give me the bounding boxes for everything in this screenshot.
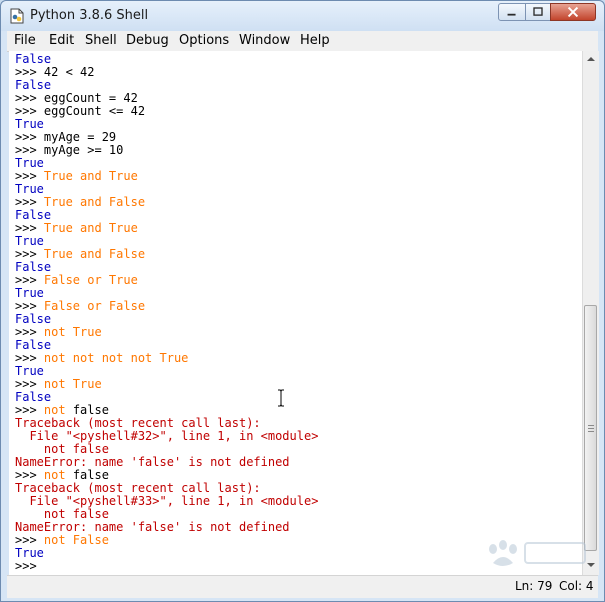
shell-line-segment: True <box>15 546 44 560</box>
title-bar[interactable]: Python 3.8.6 Shell <box>1 1 604 31</box>
shell-line-segment: >>> <box>15 559 44 573</box>
menu-window[interactable]: Window <box>239 33 290 48</box>
shell-line-segment: NameError: name 'false' is not defined <box>15 520 290 534</box>
shell-line-segment: False <box>15 390 52 404</box>
shell-line-segment: >>> <box>15 221 44 235</box>
python-idle-icon <box>10 8 24 24</box>
shell-line-segment: Traceback (most recent call last): <box>15 416 261 430</box>
menu-help[interactable]: Help <box>300 33 330 48</box>
shell-line-segment: not True <box>43 325 102 339</box>
shell-line-segment: False <box>15 338 52 352</box>
shell-line-segment: True and False <box>43 195 146 209</box>
shell-line-segment: >>> <box>15 351 44 365</box>
shell-line-segment: eggCount = 42 <box>43 91 138 105</box>
shell-line-segment: >>> <box>15 143 44 157</box>
shell-line-segment: >>> <box>15 403 44 417</box>
shell-line-segment: >>> <box>15 130 44 144</box>
shell-line-segment: >>> <box>15 533 44 547</box>
shell-line-segment: false <box>72 468 109 482</box>
shell-line-segment: >>> <box>15 247 44 261</box>
idle-shell-window: Python 3.8.6 Shell File Edit Shell Debug… <box>0 0 605 602</box>
shell-line-segment: >>> <box>15 104 44 118</box>
shell-line-segment: >>> <box>15 468 44 482</box>
window-title: Python 3.8.6 Shell <box>30 8 149 23</box>
menu-bar: File Edit Shell Debug Options Window Hel… <box>7 31 598 52</box>
minimize-icon <box>507 13 516 16</box>
shell-line: >>> <box>15 560 44 573</box>
shell-line-segment: False <box>15 78 52 92</box>
shell-line-segment: not false <box>15 442 109 456</box>
shell-line-segment: >>> <box>15 299 44 313</box>
shell-line-segment: True <box>15 286 44 300</box>
shell-line-segment: eggCount <= 42 <box>43 104 146 118</box>
shell-line-segment: False <box>15 260 52 274</box>
shell-line-segment: False <box>15 312 52 326</box>
grip-line <box>588 431 594 432</box>
scrollbar-thumb[interactable] <box>584 305 597 551</box>
close-icon <box>567 6 579 18</box>
close-button[interactable] <box>550 3 596 21</box>
shell-line-segment: True and True <box>43 169 138 183</box>
line-number: Ln: 79 <box>515 579 553 593</box>
shell-line-segment: not false <box>15 507 109 521</box>
shell-line-segment: >>> <box>15 169 44 183</box>
shell-line-segment: False <box>15 52 52 66</box>
vertical-scrollbar[interactable] <box>582 51 599 575</box>
shell-line-segment: not <box>43 403 73 417</box>
menu-file[interactable]: File <box>14 33 36 48</box>
minimize-button[interactable] <box>498 3 526 21</box>
shell-line-segment: >>> <box>15 273 44 287</box>
menu-edit[interactable]: Edit <box>49 33 74 48</box>
shell-line-segment: True and False <box>43 247 146 261</box>
grip-line <box>588 428 594 429</box>
shell-line-segment: True <box>15 182 44 196</box>
maximize-button[interactable] <box>525 3 551 21</box>
ibeam-cursor-icon <box>278 389 284 407</box>
shell-line-segment: >>> <box>15 91 44 105</box>
grip-line <box>588 425 594 426</box>
shell-line-segment: not <box>43 468 73 482</box>
shell-line-segment: File "<pyshell#33>", line 1, in <module> <box>15 494 319 508</box>
shell-line-segment: >>> <box>15 195 44 209</box>
watermark-logo-icon <box>489 540 586 566</box>
shell-line-segment: Traceback (most recent call last): <box>15 481 261 495</box>
shell-line-segment: True and True <box>43 221 138 235</box>
shell-line-segment: False or False <box>43 299 146 313</box>
maximize-icon <box>533 7 543 16</box>
shell-line-segment: not False <box>43 533 109 547</box>
shell-line-segment: True <box>15 117 44 131</box>
shell-line-segment: True <box>15 156 44 170</box>
shell-line-segment: NameError: name 'false' is not defined <box>15 455 290 469</box>
shell-text-area[interactable]: False >>> 42 < 42 False >>> eggCount = 42 >>… <box>9 51 582 575</box>
shell-line-segment: >>> <box>15 377 44 391</box>
shell-line-segment: File "<pyshell#32>", line 1, in <module> <box>15 429 319 443</box>
shell-line-segment: myAge >= 10 <box>43 143 124 157</box>
shell-line-segment: False or True <box>43 273 138 287</box>
shell-line-segment: False <box>15 208 52 222</box>
shell-line-segment: True <box>15 234 44 248</box>
shell-line-segment: not not not not True <box>43 351 189 365</box>
menu-options[interactable]: Options <box>179 33 229 48</box>
menu-shell[interactable]: Shell <box>85 33 117 48</box>
shell-line-segment: 42 < 42 <box>43 65 95 79</box>
menu-debug[interactable]: Debug <box>126 33 169 48</box>
column-number: Col: 4 <box>559 579 594 593</box>
shell-line-segment: false <box>72 403 109 417</box>
shell-line-segment: myAge = 29 <box>43 130 117 144</box>
shell-line-segment: not True <box>43 377 102 391</box>
scroll-up-arrow-icon[interactable] <box>583 51 599 67</box>
shell-line-segment: True <box>15 364 44 378</box>
shell-line-segment: >>> <box>15 65 44 79</box>
shell-line-segment: >>> <box>15 325 44 339</box>
